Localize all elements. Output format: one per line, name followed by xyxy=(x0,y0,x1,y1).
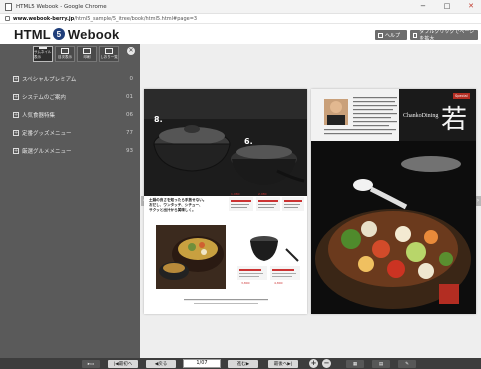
sidebar-item-tableware[interactable]: + 人気食器特集 06 xyxy=(0,106,140,124)
zoom-out-button[interactable]: − xyxy=(322,359,331,368)
page-number-input[interactable]: 1/07 xyxy=(183,359,221,368)
sidebar-item-page: 0 xyxy=(129,76,134,82)
minimize-button[interactable]: − xyxy=(417,2,429,10)
expand-icon[interactable]: + xyxy=(13,94,19,100)
price-tag: 4,800 xyxy=(274,281,283,285)
sidebar-item-label: 人気食器特集 xyxy=(22,113,56,119)
tab-contents[interactable]: 目次表示 xyxy=(55,46,75,62)
tab-bookmarks-label: しおり一覧 xyxy=(100,55,118,59)
help-button[interactable]: ヘルプ xyxy=(375,30,407,40)
book-viewer[interactable]: ‹ › xyxy=(140,44,481,358)
address-bar[interactable]: www.webook-berry.jp/html5_sample/5_itree… xyxy=(0,14,481,24)
sidebar-item-page: 77 xyxy=(126,130,133,136)
next-page-button[interactable]: 進む ▶ xyxy=(228,360,258,368)
maximize-button[interactable]: □ xyxy=(441,2,453,10)
left-page-badge-2: 6. xyxy=(244,137,253,146)
next-page-icon: ▶ xyxy=(245,361,250,367)
expand-icon[interactable]: + xyxy=(13,130,19,136)
contents-list: + スペシャルプレミアム 0 + システムのご案内 01 + 人気食器特集 06… xyxy=(0,70,140,160)
bookmark-icon xyxy=(105,48,113,54)
price-tag: 3,800 xyxy=(241,281,250,285)
url-domain: www.webook-berry.jp xyxy=(13,15,75,22)
sidebar-item-page: 06 xyxy=(126,112,133,118)
double-click-zoom-button[interactable]: ダブルクリックでページを拡大 xyxy=(410,29,478,42)
help-icon xyxy=(378,32,383,38)
sidebar: サムネイル表示 目次表示 印刷 しおり一覧 ✕ + スペシャルプレミアム 0 +… xyxy=(0,44,140,358)
sidebar-item-gourmet-menu[interactable]: + 厳選グルメメニュー 93 xyxy=(0,142,140,160)
sidebar-item-label: スペシャルプレミアム xyxy=(22,77,77,83)
sidebar-item-label: 定番グッズメニュー xyxy=(22,131,72,137)
grid-icon xyxy=(61,48,69,54)
right-page[interactable]: Special ChankoDining 若 xyxy=(311,89,476,314)
webook-logo: HTML 5 Webook xyxy=(14,27,119,42)
logo-html: HTML xyxy=(14,26,51,42)
left-page[interactable]: 8. 6. 土鍋の良さを知ったら手放せない。 おだし、ワンタッチ、シチュー、 サ… xyxy=(144,89,307,314)
sidebar-item-system-guide[interactable]: + システムのご案内 01 xyxy=(0,88,140,106)
logo-webook: Webook xyxy=(67,26,120,42)
tab-thumbnails[interactable]: サムネイル表示 xyxy=(33,46,53,62)
window-controls: − □ ✕ xyxy=(417,2,477,10)
last-page-button[interactable]: 最後へ ▶| xyxy=(268,360,298,368)
first-page-button[interactable]: |◀ 最初へ xyxy=(108,360,138,368)
close-window-button[interactable]: ✕ xyxy=(465,2,477,10)
expand-icon[interactable]: + xyxy=(13,76,19,82)
right-page-brand: ChankoDining xyxy=(403,113,439,119)
pen-icon: ✎ xyxy=(405,361,409,367)
url-path: /html5_sample/5_itree/book/html5.html#pa… xyxy=(74,15,198,22)
grid-view-icon: ▦ xyxy=(352,361,358,367)
tab-bookmarks[interactable]: しおり一覧 xyxy=(99,46,119,62)
sidebar-close-icon[interactable]: ✕ xyxy=(127,47,135,55)
print-button[interactable]: ▤ xyxy=(372,360,390,368)
right-page-kanji: 若 xyxy=(441,105,468,135)
bottom-toolbar: ▸▭ |◀ 最初へ ◀ 戻る 1/07 進む ▶ 最後へ ▶| + − ▦ ▤ … xyxy=(0,358,481,369)
app-header: HTML 5 Webook ヘルプ ダブルクリックでページを拡大 xyxy=(0,24,481,44)
sidebar-item-label: システムのご案内 xyxy=(22,95,66,101)
tab-contents-label: 目次表示 xyxy=(58,55,72,59)
sidebar-toggle-icon: ▸▭ xyxy=(87,361,95,367)
page-info-icon[interactable] xyxy=(5,16,10,21)
price-tag: 2,980 xyxy=(258,192,267,196)
last-page-label: 最後へ xyxy=(273,362,288,367)
expand-icon[interactable]: + xyxy=(13,112,19,118)
grid-view-button[interactable]: ▦ xyxy=(346,360,364,368)
tab-thumbnails-label: サムネイル表示 xyxy=(34,50,52,59)
double-click-label: ダブルクリックでページを拡大 xyxy=(419,29,475,42)
sidebar-item-label: 厳選グルメメニュー xyxy=(22,149,72,155)
zoom-page-icon xyxy=(413,32,418,38)
sidebar-item-goods-menu[interactable]: + 定番グッズメニュー 77 xyxy=(0,124,140,142)
thumbnails-icon xyxy=(39,47,47,49)
book-spread[interactable]: 8. 6. 土鍋の良さを知ったら手放せない。 おだし、ワンタッチ、シチュー、 サ… xyxy=(144,89,476,314)
next-page-label: 進む xyxy=(236,362,246,367)
first-page-label: 最初へ xyxy=(118,362,133,367)
last-page-icon: ▶| xyxy=(287,361,293,367)
expand-icon[interactable]: + xyxy=(13,148,19,154)
prev-page-label: 戻る xyxy=(158,362,168,367)
help-label: ヘルプ xyxy=(385,32,401,39)
sidebar-item-special-premium[interactable]: + スペシャルプレミアム 0 xyxy=(0,70,140,88)
tab-print-label: 印刷 xyxy=(83,55,91,59)
logo-five-badge: 5 xyxy=(52,28,65,40)
toc-toggle-button[interactable]: ▸▭ xyxy=(82,360,100,368)
sidebar-item-page: 01 xyxy=(126,94,133,100)
sidebar-tabs: サムネイル表示 目次表示 印刷 しおり一覧 xyxy=(33,46,119,62)
left-page-badge-1: 8. xyxy=(154,115,163,124)
price-tag: 1,980 xyxy=(231,192,240,196)
url-text[interactable]: www.webook-berry.jp/html5_sample/5_itree… xyxy=(13,16,197,22)
zoom-in-button[interactable]: + xyxy=(309,359,318,368)
print-icon: ▤ xyxy=(378,361,384,367)
window-titlebar: HTML5 Webook - Google Chrome − □ ✕ xyxy=(0,0,481,14)
tab-print[interactable]: 印刷 xyxy=(77,46,97,62)
window-title: HTML5 Webook - Google Chrome xyxy=(16,3,107,10)
page-icon xyxy=(5,2,12,11)
prev-page-button[interactable]: ◀ 戻る xyxy=(146,360,176,368)
sidebar-item-page: 93 xyxy=(126,148,133,154)
pen-tool-button[interactable]: ✎ xyxy=(398,360,416,368)
left-page-headline: 土鍋の良さを知ったら手放せない。 おだし、ワンタッチ、シチュー、 サクッと出汁か… xyxy=(149,198,207,212)
print-icon xyxy=(83,48,91,54)
